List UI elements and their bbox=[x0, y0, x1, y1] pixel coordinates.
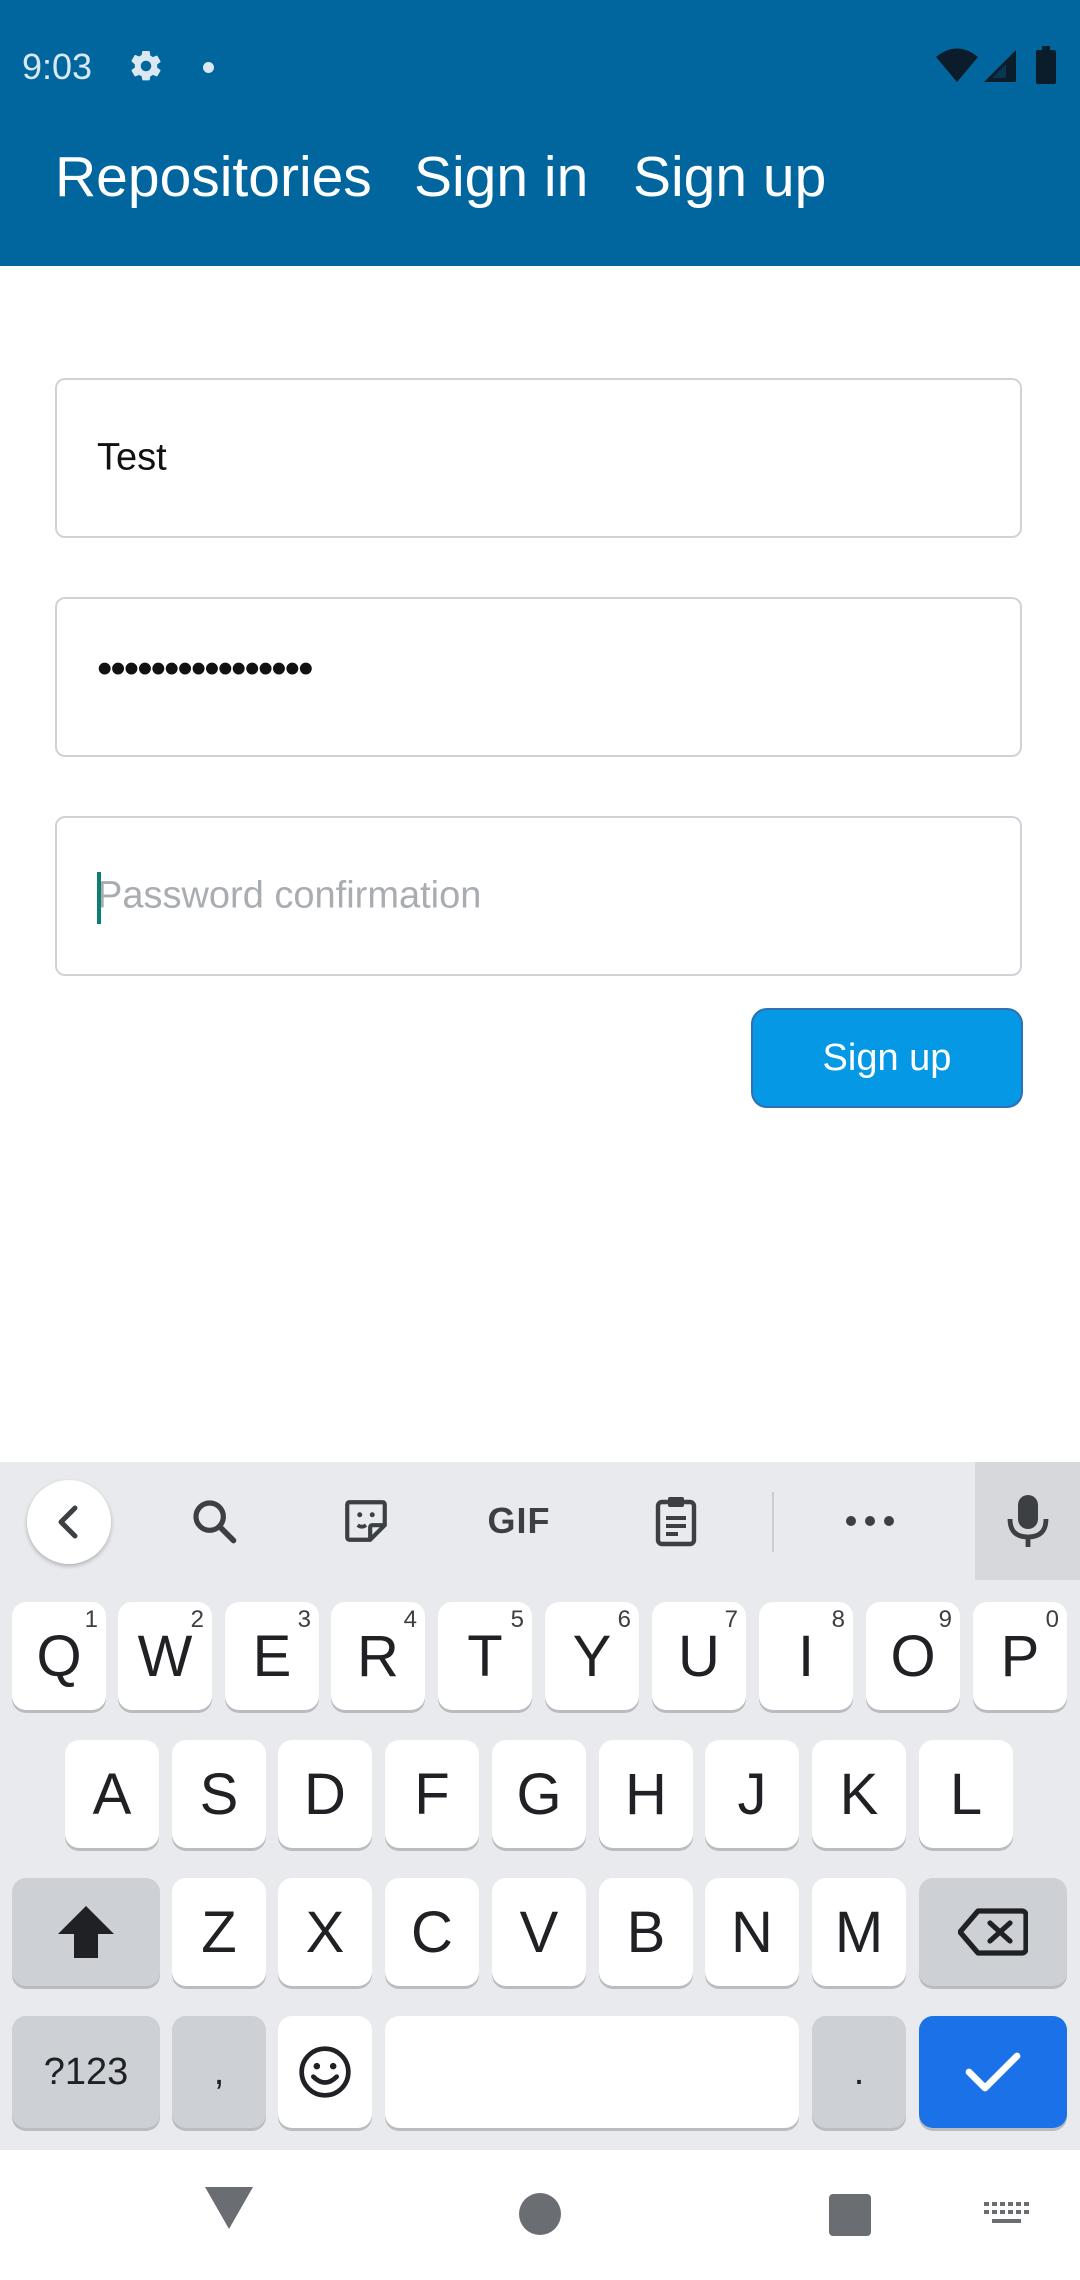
shift-key[interactable] bbox=[12, 1878, 160, 1986]
gif-button[interactable]: GIF bbox=[484, 1480, 554, 1562]
sticker-icon[interactable] bbox=[336, 1480, 396, 1562]
password-field[interactable]: •••••••••••••••• bbox=[55, 597, 1022, 757]
key-label: Y bbox=[572, 1623, 612, 1689]
key-m[interactable]: M bbox=[812, 1878, 906, 1986]
period-key[interactable]: . bbox=[812, 2016, 906, 2128]
key-label: Q bbox=[36, 1623, 82, 1689]
username-value: Test bbox=[97, 436, 167, 479]
key-s[interactable]: S bbox=[172, 1740, 266, 1848]
toolbar-divider bbox=[772, 1492, 774, 1552]
key-i[interactable]: I8 bbox=[759, 1602, 853, 1710]
key-r[interactable]: R4 bbox=[331, 1602, 425, 1710]
password-confirmation-placeholder: Password confirmation bbox=[97, 874, 482, 917]
key-hint: 9 bbox=[938, 1606, 952, 1633]
key-a[interactable]: A bbox=[65, 1740, 159, 1848]
key-label: W bbox=[137, 1623, 193, 1689]
key-h[interactable]: H bbox=[599, 1740, 693, 1848]
notification-dot-icon bbox=[203, 62, 214, 73]
recents-square-icon[interactable] bbox=[829, 2194, 871, 2236]
key-y[interactable]: Y6 bbox=[545, 1602, 639, 1710]
key-label: T bbox=[467, 1623, 503, 1689]
shift-icon bbox=[58, 1906, 114, 1958]
home-circle-icon[interactable] bbox=[519, 2193, 561, 2235]
backspace-icon bbox=[958, 1908, 1028, 1956]
status-time: 9:03 bbox=[22, 46, 93, 87]
key-g[interactable]: G bbox=[492, 1740, 586, 1848]
keyboard-back-button[interactable] bbox=[27, 1480, 111, 1564]
app-header bbox=[0, 0, 1080, 266]
key-hint: 0 bbox=[1045, 1606, 1059, 1633]
key-hint: 8 bbox=[831, 1606, 845, 1633]
key-n[interactable]: N bbox=[705, 1878, 799, 1986]
keyboard-switch-icon[interactable] bbox=[984, 2200, 1030, 2230]
key-l[interactable]: L bbox=[919, 1740, 1013, 1848]
key-label: R bbox=[357, 1623, 399, 1689]
back-triangle-icon[interactable] bbox=[203, 2185, 255, 2231]
nav-link-repositories[interactable]: Repositories bbox=[55, 142, 372, 212]
enter-key[interactable] bbox=[919, 2016, 1067, 2128]
key-d[interactable]: D bbox=[278, 1740, 372, 1848]
key-p[interactable]: P0 bbox=[973, 1602, 1067, 1710]
key-x[interactable]: X bbox=[278, 1878, 372, 1986]
key-b[interactable]: B bbox=[599, 1878, 693, 1986]
password-value: •••••••••••••••• bbox=[97, 644, 313, 694]
more-icon[interactable] bbox=[840, 1480, 900, 1562]
comma-key[interactable]: , bbox=[172, 2016, 266, 2128]
signal-icon bbox=[982, 48, 1018, 84]
key-label: O bbox=[890, 1623, 936, 1689]
gear-icon bbox=[128, 48, 164, 84]
key-label: P bbox=[1000, 1623, 1040, 1689]
nav-link-sign-in[interactable]: Sign in bbox=[414, 142, 588, 212]
mic-icon[interactable] bbox=[998, 1480, 1058, 1562]
space-key[interactable] bbox=[385, 2016, 799, 2128]
key-hint: 6 bbox=[617, 1606, 631, 1633]
key-t[interactable]: T5 bbox=[438, 1602, 532, 1710]
username-field[interactable]: Test bbox=[55, 378, 1022, 538]
key-f[interactable]: F bbox=[385, 1740, 479, 1848]
key-v[interactable]: V bbox=[492, 1878, 586, 1986]
key-hint: 7 bbox=[724, 1606, 738, 1633]
key-hint: 1 bbox=[84, 1606, 98, 1633]
key-hint: 3 bbox=[297, 1606, 311, 1633]
key-label: U bbox=[678, 1623, 720, 1689]
password-confirmation-field[interactable]: Password confirmation bbox=[55, 816, 1022, 976]
battery-icon bbox=[1036, 46, 1056, 84]
key-u[interactable]: U7 bbox=[652, 1602, 746, 1710]
nav-link-sign-up[interactable]: Sign up bbox=[633, 142, 826, 212]
wifi-icon bbox=[936, 48, 978, 84]
key-z[interactable]: Z bbox=[172, 1878, 266, 1986]
emoji-icon bbox=[299, 2046, 351, 2098]
key-e[interactable]: E3 bbox=[225, 1602, 319, 1710]
backspace-key[interactable] bbox=[919, 1878, 1067, 1986]
key-j[interactable]: J bbox=[705, 1740, 799, 1848]
key-hint: 4 bbox=[403, 1606, 417, 1633]
symbols-key[interactable]: ?123 bbox=[12, 2016, 160, 2128]
checkmark-icon bbox=[965, 2052, 1021, 2092]
text-cursor bbox=[97, 872, 101, 924]
sign-up-button[interactable]: Sign up bbox=[751, 1008, 1023, 1108]
clipboard-icon[interactable] bbox=[648, 1480, 704, 1562]
key-hint: 2 bbox=[190, 1606, 204, 1633]
search-icon[interactable] bbox=[182, 1480, 246, 1562]
key-c[interactable]: C bbox=[385, 1878, 479, 1986]
key-q[interactable]: Q1 bbox=[12, 1602, 106, 1710]
key-o[interactable]: O9 bbox=[866, 1602, 960, 1710]
key-hint: 5 bbox=[510, 1606, 524, 1633]
key-k[interactable]: K bbox=[812, 1740, 906, 1848]
key-label: E bbox=[252, 1623, 292, 1689]
key-label: I bbox=[797, 1623, 815, 1689]
emoji-key[interactable] bbox=[278, 2016, 372, 2128]
key-w[interactable]: W2 bbox=[118, 1602, 212, 1710]
